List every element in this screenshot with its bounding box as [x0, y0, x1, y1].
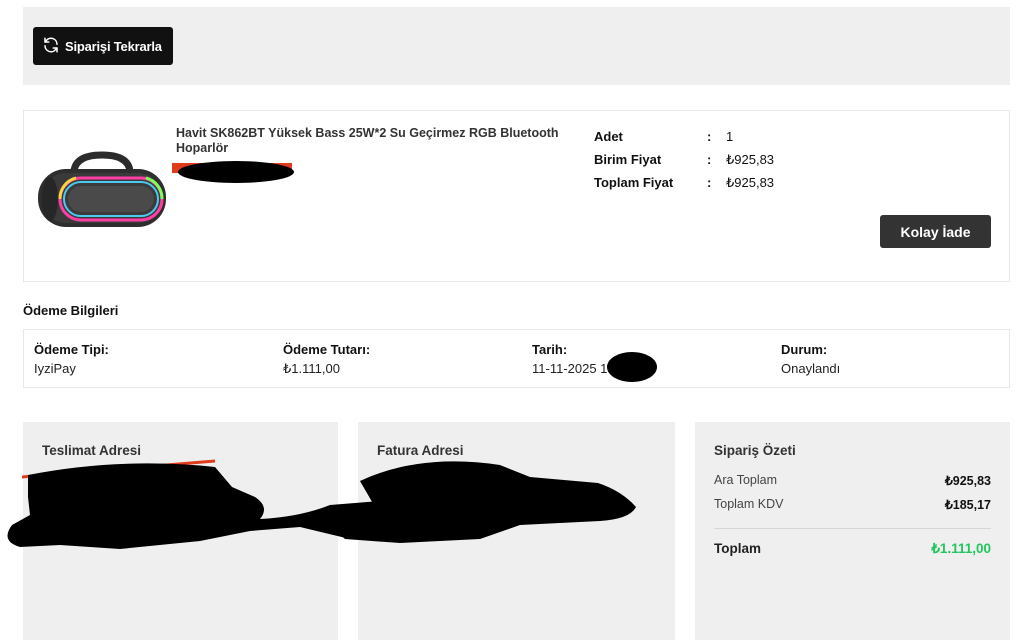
payment-status-value: Onaylandı: [781, 361, 841, 376]
unit-price-label: Birim Fiyat: [594, 152, 662, 167]
payment-amount-label: Ödeme Tutarı:: [283, 342, 371, 357]
payment-date-value: 11-11-2025 18: [532, 361, 615, 376]
order-summary-title: Sipariş Özeti: [714, 443, 796, 458]
payment-type-value: IyziPay: [34, 361, 76, 376]
actions-panel: Siparişi Tekrarla: [23, 7, 1010, 85]
qty-row: Adet : 1: [594, 125, 774, 148]
unit-price-row: Birim Fiyat : ₺925,83: [594, 148, 774, 171]
payment-date: Tarih: 11-11-2025 18: [532, 342, 615, 376]
subtotal-label: Ara Toplam: [714, 473, 777, 487]
item-details: Adet : 1 Birim Fiyat : ₺925,83 Toplam Fi…: [594, 125, 774, 194]
refresh-icon: [42, 36, 60, 57]
product-title[interactable]: Havit SK862BT Yüksek Bass 25W*2 Su Geçir…: [176, 126, 586, 156]
easy-return-button[interactable]: Kolay İade: [880, 215, 991, 248]
unit-price-colon: :: [707, 152, 712, 167]
billing-address-title: Fatura Adresi: [377, 443, 464, 458]
total-price-row: Toplam Fiyat : ₺925,83: [594, 171, 774, 194]
payment-amount-value: ₺1.111,00: [283, 361, 340, 376]
redaction-mark: [172, 161, 294, 183]
delivery-address-box: Teslimat Adresi: [23, 422, 338, 640]
grand-total-value: ₺1.111,00: [931, 541, 991, 556]
qty-value: 1: [726, 129, 734, 144]
reorder-label: Siparişi Tekrarla: [65, 38, 162, 54]
payment-status: Durum: Onaylandı: [781, 342, 840, 376]
payment-status-label: Durum:: [781, 342, 828, 357]
grand-total-label: Toplam: [714, 541, 761, 556]
payment-info-box: Ödeme Tipi: IyziPay Ödeme Tutarı: ₺1.111…: [23, 329, 1010, 388]
subtotal-value: ₺925,83: [944, 474, 991, 488]
payment-date-label: Tarih:: [532, 342, 568, 357]
reorder-button[interactable]: Siparişi Tekrarla: [33, 27, 173, 65]
unit-price-value: ₺925,83: [726, 151, 775, 167]
order-item-card: Havit SK862BT Yüksek Bass 25W*2 Su Geçir…: [23, 110, 1010, 282]
payment-amount: Ödeme Tutarı: ₺1.111,00: [283, 342, 370, 377]
delivery-address-title: Teslimat Adresi: [42, 443, 142, 458]
vat-label: Toplam KDV: [714, 497, 784, 511]
subtotal-row: Ara Toplam ₺925,83: [714, 473, 991, 488]
order-summary-box: Sipariş Özeti Ara Toplam ₺925,83 Toplam …: [695, 422, 1010, 640]
vat-value: ₺185,17: [944, 498, 991, 512]
qty-colon: :: [707, 129, 712, 144]
qty-label: Adet: [594, 129, 623, 144]
payment-type-label: Ödeme Tipi:: [34, 342, 109, 357]
billing-address-box: Fatura Adresi: [358, 422, 675, 640]
vat-row: Toplam KDV ₺185,17: [714, 497, 991, 512]
product-image[interactable]: [36, 151, 168, 229]
summary-divider: [714, 528, 991, 529]
total-price-colon: :: [707, 175, 712, 190]
total-price-value: ₺925,83: [726, 174, 775, 190]
grand-total-row: Toplam ₺1.111,00: [714, 541, 991, 557]
payment-section-title: Ödeme Bilgileri: [23, 303, 119, 318]
payment-type: Ödeme Tipi: IyziPay: [34, 342, 109, 376]
total-price-label: Toplam Fiyat: [594, 175, 674, 190]
